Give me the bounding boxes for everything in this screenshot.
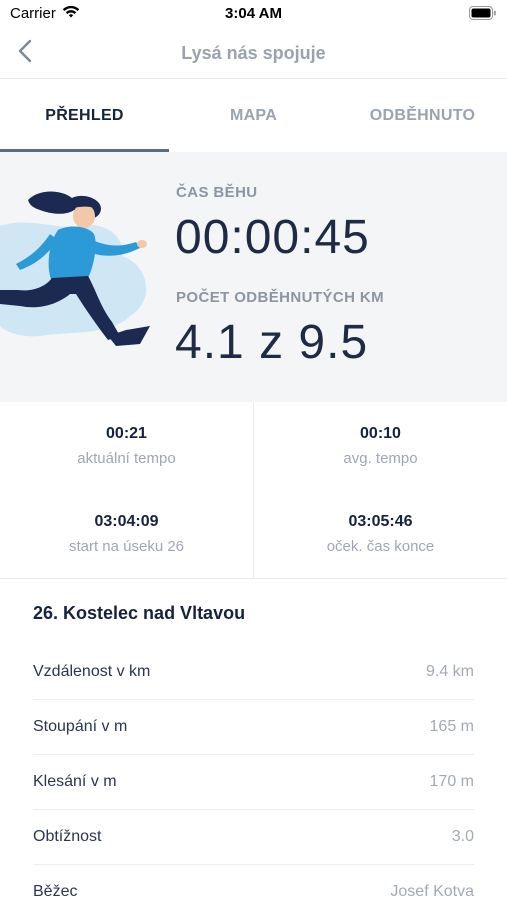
distance-separator: z (259, 316, 285, 369)
tab-mapa[interactable]: MAPA (169, 80, 338, 152)
detail-value: 170 m (429, 773, 474, 790)
detail-label: Stoupání v m (33, 718, 128, 735)
stat-label: aktuální tempo (77, 450, 176, 467)
distance-done: 4.1 (175, 316, 245, 369)
stat-value: 00:10 (360, 425, 401, 442)
status-bar: Carrier 3:04 AM (0, 0, 507, 28)
stat-value: 03:04:09 (94, 513, 159, 530)
stats-grid: 00:21 aktuální tempo 00:10 avg. tempo 03… (0, 402, 507, 579)
stat-start-time: 03:04:09 start na úseku 26 (0, 513, 253, 555)
run-time-value: 00:00:45 (175, 211, 370, 264)
detail-value: Josef Kotva (390, 883, 474, 900)
runner-illustration (0, 186, 160, 371)
distance-total: 9.5 (298, 316, 369, 369)
detail-row-difficulty: Obtížnost 3.0 (33, 810, 474, 865)
stat-avg-pace: 00:10 avg. tempo (254, 425, 507, 467)
detail-label: Klesání v m (33, 773, 117, 790)
section-title: 26. Kostelec nad Vltavou (33, 603, 246, 623)
detail-row-distance: Vzdálenost v km 9.4 km (33, 645, 474, 700)
status-time: 3:04 AM (225, 5, 282, 22)
stat-expected-end: 03:05:46 oček. čas konce (254, 513, 507, 555)
stat-label: oček. čas konce (326, 538, 435, 555)
detail-value: 3.0 (451, 828, 474, 845)
stat-value: 03:05:46 (348, 513, 413, 530)
screen: Carrier 3:04 AM Lysá nás spojuje PŘEHLED… (0, 0, 507, 900)
battery-icon (469, 6, 497, 25)
tab-prehled[interactable]: PŘEHLED (0, 80, 169, 152)
detail-row-ascent: Stoupání v m 165 m (33, 700, 474, 755)
run-summary-hero: ČAS BĚHU 00:00:45 POČET ODBĚHNUTÝCH KM 4… (0, 152, 507, 402)
detail-label: Běžec (33, 883, 78, 900)
stat-current-pace: 00:21 aktuální tempo (0, 425, 253, 467)
page-title: Lysá nás spojuje (181, 43, 326, 63)
distance-value: 4.1 z 9.5 (175, 315, 368, 370)
nav-bar: Lysá nás spojuje (0, 28, 507, 79)
detail-label: Vzdálenost v km (33, 663, 151, 680)
detail-row-descent: Klesání v m 170 m (33, 755, 474, 810)
stat-label: start na úseku 26 (68, 538, 185, 555)
detail-value: 9.4 km (425, 663, 474, 680)
detail-label: Obtížnost (33, 828, 102, 845)
tab-bar: PŘEHLED MAPA ODBĚHNUTO (0, 80, 507, 152)
detail-row-runner: Běžec Josef Kotva (33, 865, 474, 900)
stat-value: 00:21 (106, 425, 147, 442)
detail-value: 165 m (429, 718, 474, 735)
tab-odbehnuto[interactable]: ODBĚHNUTO (338, 80, 507, 152)
distance-label: POČET ODBĚHNUTÝCH KM (176, 289, 385, 306)
section-detail-list: Vzdálenost v km 9.4 km Stoupání v m 165 … (0, 645, 507, 900)
run-time-label: ČAS BĚHU (176, 184, 258, 201)
stat-label: avg. tempo (343, 450, 418, 467)
